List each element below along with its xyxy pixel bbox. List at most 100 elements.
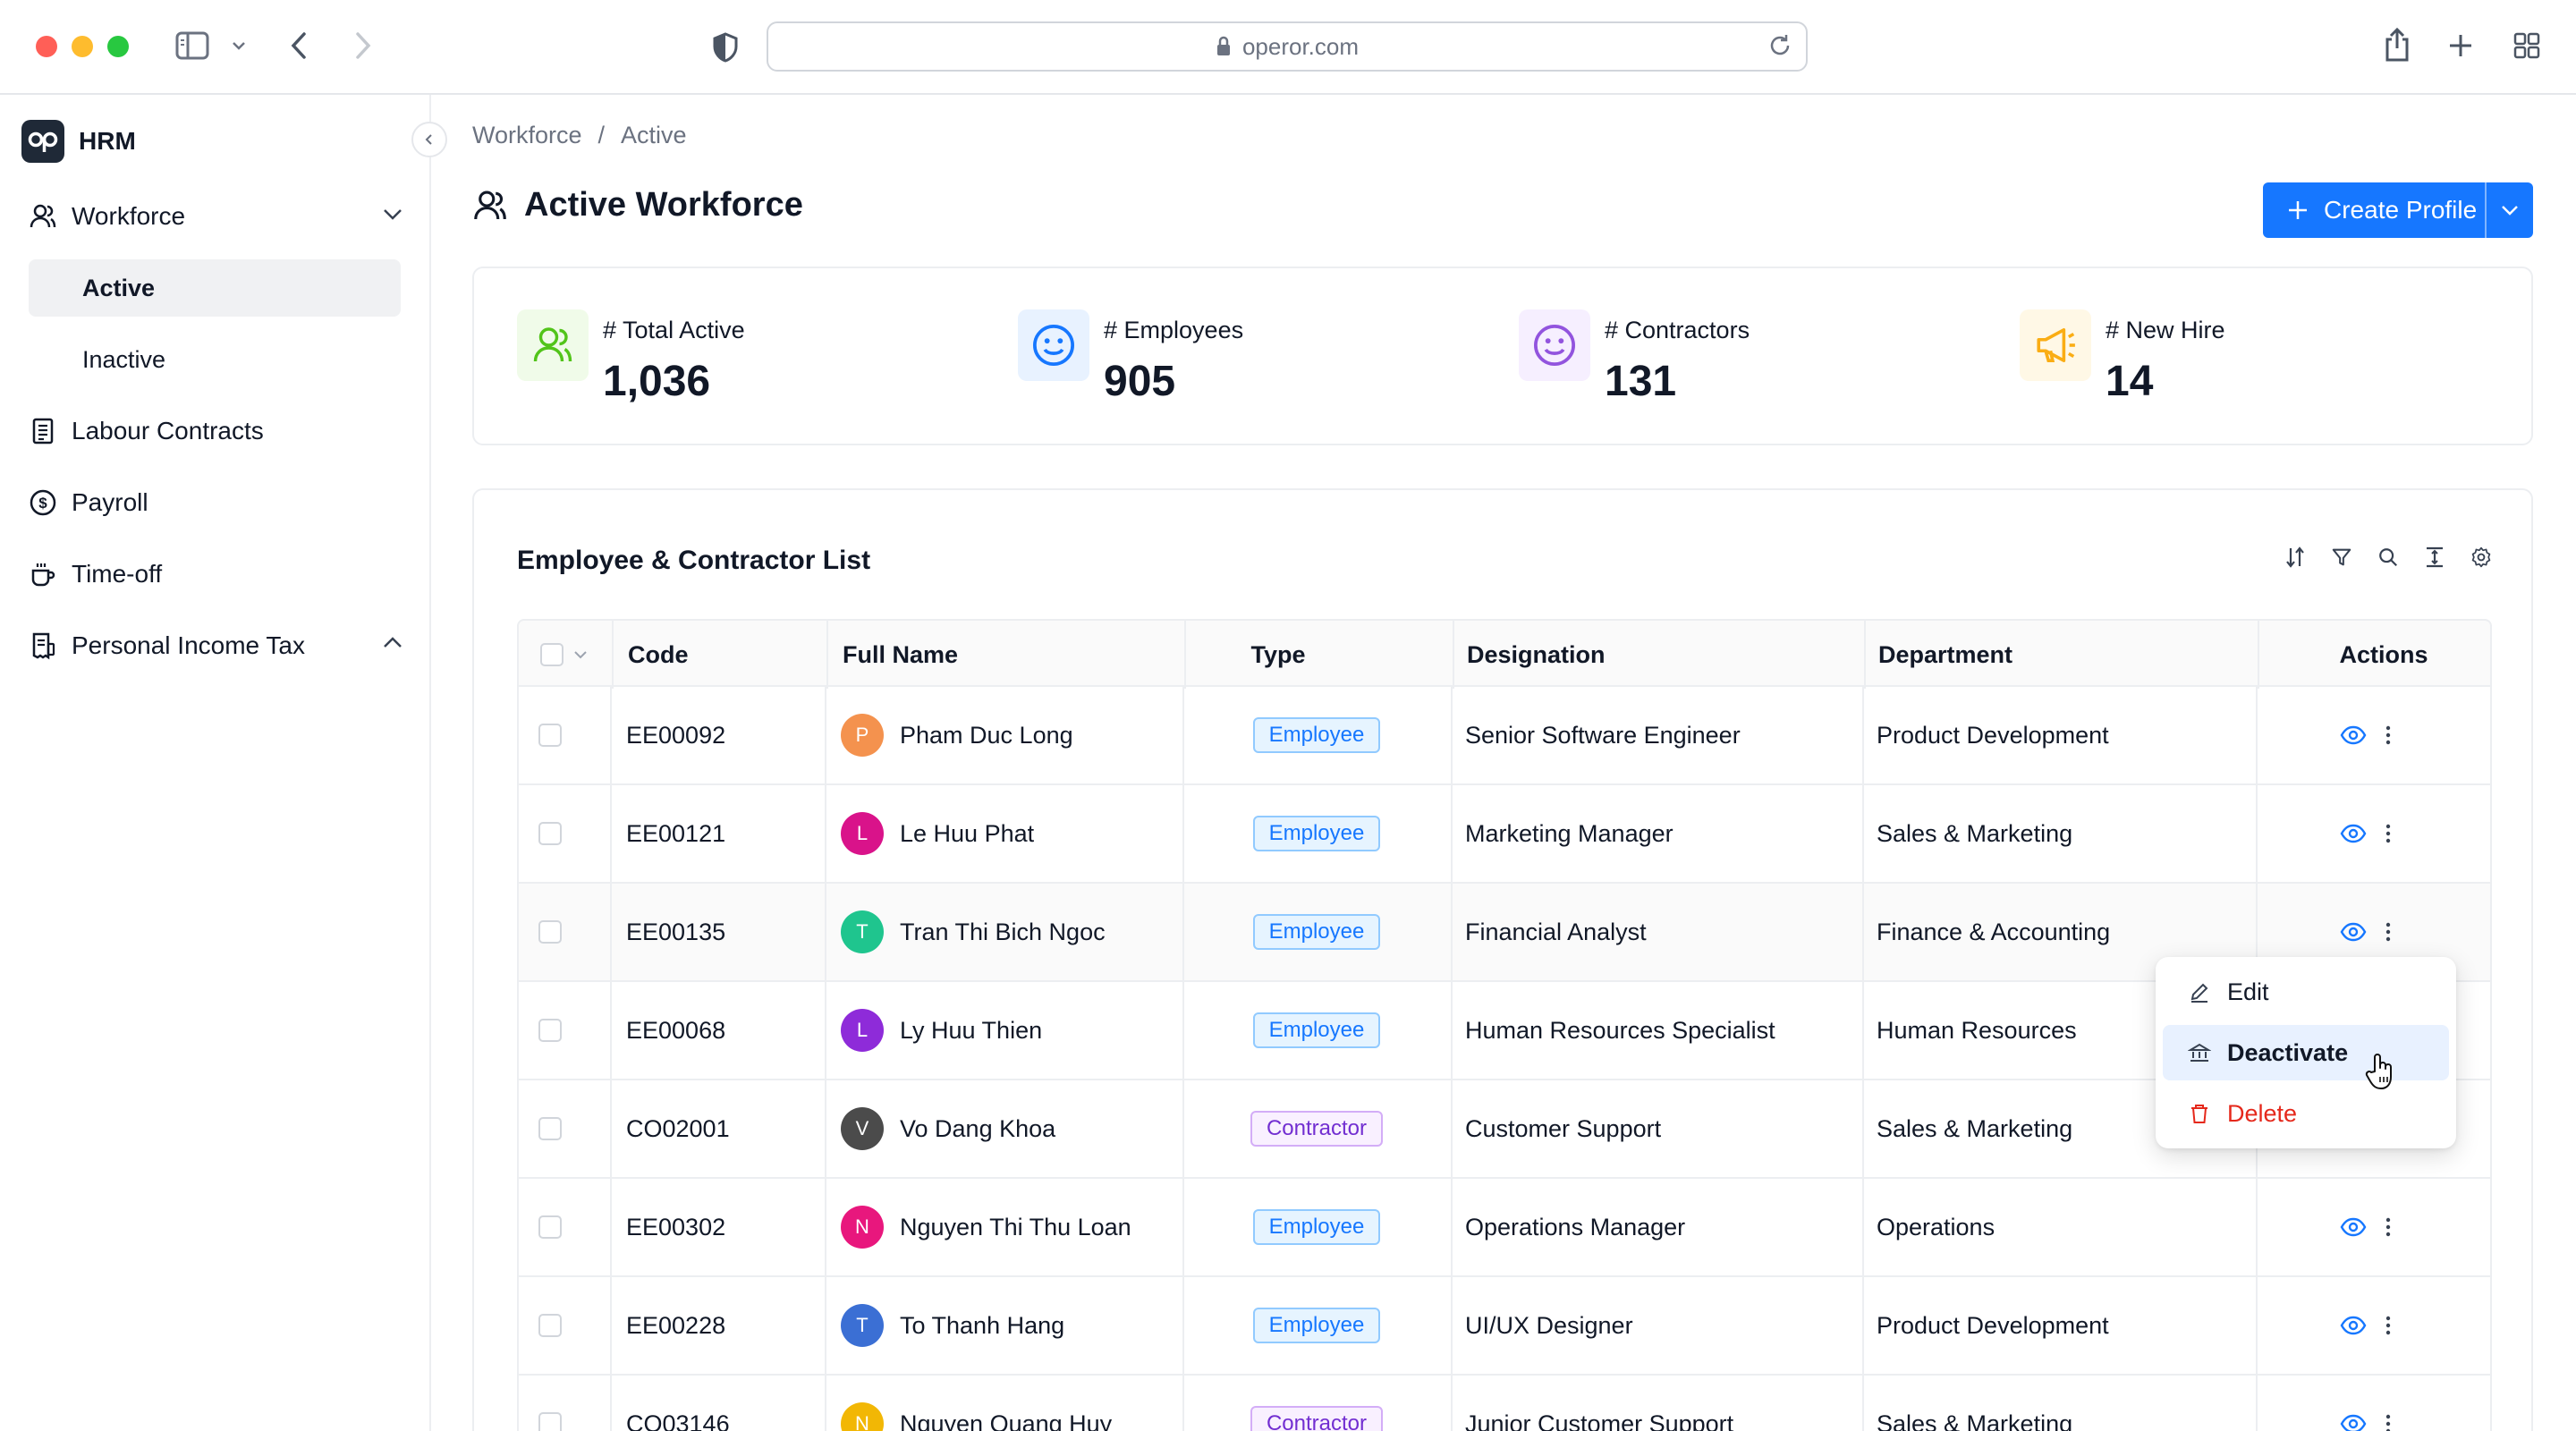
avatar: L	[841, 1009, 884, 1052]
column-header-code[interactable]: Code	[628, 621, 689, 689]
sidebar-item-label: Active	[82, 274, 156, 301]
sidebar-item-payroll[interactable]: $ Payroll	[29, 478, 404, 528]
row-checkbox[interactable]	[538, 982, 562, 1079]
table-row[interactable]: EE00302 N Nguyen Thi Thu Loan Employee Opera…	[517, 1179, 2492, 1277]
view-button[interactable]	[2340, 1376, 2367, 1431]
forward-arrow-icon[interactable]	[352, 30, 374, 61]
column-height-icon[interactable]	[2424, 544, 2445, 571]
row-checkbox[interactable]	[538, 884, 562, 980]
column-header-actions: Actions	[2339, 640, 2428, 668]
more-actions-button[interactable]	[2385, 1376, 2392, 1431]
tab-overview-icon[interactable]	[2513, 32, 2540, 59]
column-header-department[interactable]: Department	[1878, 621, 2012, 689]
stat-label: # New Hire	[2106, 317, 2225, 343]
view-button[interactable]	[2340, 1277, 2367, 1374]
chevron-down-icon[interactable]	[572, 649, 589, 660]
cell-designation: Operations Manager	[1465, 1213, 1686, 1240]
new-tab-icon[interactable]	[2447, 32, 2474, 59]
close-window-button[interactable]	[36, 36, 57, 57]
view-button[interactable]	[2340, 1179, 2367, 1275]
table-row[interactable]: CO03146 N Nguyen Quang Huy Contractor Junior…	[517, 1376, 2492, 1431]
minimize-window-button[interactable]	[72, 36, 93, 57]
cell-department: Finance & Accounting	[1877, 918, 2111, 945]
type-badge: Employee	[1252, 717, 1381, 753]
eye-icon	[2340, 1217, 2367, 1237]
chevron-up-icon[interactable]	[381, 631, 404, 655]
full-name-text: Vo Dang Khoa	[900, 1114, 1056, 1142]
breadcrumb-workforce[interactable]: Workforce	[472, 122, 582, 149]
column-header-full-name[interactable]: Full Name	[843, 621, 958, 689]
back-arrow-icon[interactable]	[288, 30, 309, 61]
chevron-down-icon[interactable]	[381, 202, 404, 225]
sidebar-item-inactive[interactable]: Inactive	[29, 331, 401, 388]
chevron-down-icon[interactable]	[231, 39, 247, 52]
row-checkbox[interactable]	[538, 1277, 562, 1374]
menu-item-label: Delete	[2227, 1099, 2298, 1127]
more-actions-button[interactable]	[2385, 785, 2392, 882]
stat-value: 905	[1104, 358, 1176, 405]
collapse-sidebar-button[interactable]	[411, 122, 447, 157]
menu-item-deactivate[interactable]: Deactivate	[2163, 1025, 2449, 1080]
shield-icon[interactable]	[712, 32, 739, 63]
view-button[interactable]	[2340, 687, 2367, 783]
filter-icon[interactable]	[2331, 544, 2352, 571]
table-row[interactable]: EE00092 P Pham Duc Long Employee Senior Soft…	[517, 687, 2492, 785]
select-all-checkbox[interactable]	[540, 621, 589, 689]
row-checkbox[interactable]	[538, 785, 562, 882]
sidebar-item-workforce[interactable]: Workforce	[29, 191, 404, 241]
sidebar-item-active[interactable]: Active	[29, 259, 401, 317]
share-icon[interactable]	[2383, 27, 2411, 63]
row-checkbox[interactable]	[538, 687, 562, 783]
full-name-text: Ly Huu Thien	[900, 1016, 1043, 1044]
stat-value: 1,036	[603, 358, 711, 405]
cell-code: EE00302	[626, 1213, 726, 1240]
gear-icon[interactable]	[2470, 544, 2492, 571]
row-checkbox[interactable]	[538, 1376, 562, 1431]
smile-icon	[1018, 309, 1089, 381]
full-name-text: Tran Thi Bich Ngoc	[900, 918, 1106, 945]
avatar: L	[841, 812, 884, 855]
column-header-designation[interactable]: Designation	[1467, 621, 1606, 689]
column-header-type[interactable]: Type	[1209, 621, 1347, 689]
breadcrumb: Workforce / Active	[472, 122, 687, 149]
more-actions-button[interactable]	[2385, 1277, 2392, 1374]
more-actions-button[interactable]	[2385, 1179, 2392, 1275]
avatar: N	[841, 1402, 884, 1431]
table-row[interactable]: EE00228 T To Thanh Hang Employee UI/UX Desig…	[517, 1277, 2492, 1376]
cell-full-name[interactable]: N Nguyen Thi Thu Loan	[841, 1179, 1131, 1275]
more-actions-button[interactable]	[2385, 687, 2392, 783]
view-button[interactable]	[2340, 785, 2367, 882]
cell-designation: Financial Analyst	[1465, 918, 1647, 945]
sidebar-item-personal-income-tax[interactable]: Personal Income Tax	[29, 621, 404, 671]
cell-full-name[interactable]: N Nguyen Quang Huy	[841, 1376, 1112, 1431]
reload-icon[interactable]	[1767, 32, 1793, 59]
sidebar-item-time-off[interactable]: Time-off	[29, 549, 404, 599]
stat-value: 131	[1605, 358, 1677, 405]
row-checkbox[interactable]	[538, 1080, 562, 1177]
cell-type: Employee	[1182, 785, 1451, 882]
cell-full-name[interactable]: P Pham Duc Long	[841, 687, 1073, 783]
table-row[interactable]: EE00121 L Le Huu Phat Employee Marketing Man…	[517, 785, 2492, 884]
cell-full-name[interactable]: L Ly Huu Thien	[841, 982, 1042, 1079]
sidebar-toggle-icon[interactable]	[175, 30, 209, 61]
row-checkbox[interactable]	[538, 1179, 562, 1275]
sidebar-item-labour-contracts[interactable]: Labour Contracts	[29, 406, 404, 456]
menu-item-delete[interactable]: Delete	[2163, 1086, 2449, 1141]
table-header: Code Full Name Type Designation Departme…	[517, 619, 2492, 689]
maximize-window-button[interactable]	[107, 36, 129, 57]
brand[interactable]: HRM	[21, 120, 136, 163]
cell-full-name[interactable]: T Tran Thi Bich Ngoc	[841, 884, 1106, 980]
cell-full-name[interactable]: T To Thanh Hang	[841, 1277, 1064, 1374]
create-profile-button[interactable]: Create Profile	[2263, 182, 2485, 238]
more-vertical-icon	[2385, 824, 2391, 843]
search-icon[interactable]	[2377, 544, 2399, 571]
document-icon	[32, 418, 54, 445]
sort-icon[interactable]	[2284, 544, 2306, 571]
address-bar[interactable]: operor.com	[767, 21, 1808, 72]
cell-full-name[interactable]: V Vo Dang Khoa	[841, 1080, 1055, 1177]
menu-item-edit[interactable]: Edit	[2163, 964, 2449, 1020]
stat-contractors: # Contractors 131	[1519, 309, 1750, 406]
cell-full-name[interactable]: L Le Huu Phat	[841, 785, 1034, 882]
cell-designation: Customer Support	[1465, 1114, 1662, 1142]
create-profile-dropdown[interactable]	[2485, 182, 2533, 238]
